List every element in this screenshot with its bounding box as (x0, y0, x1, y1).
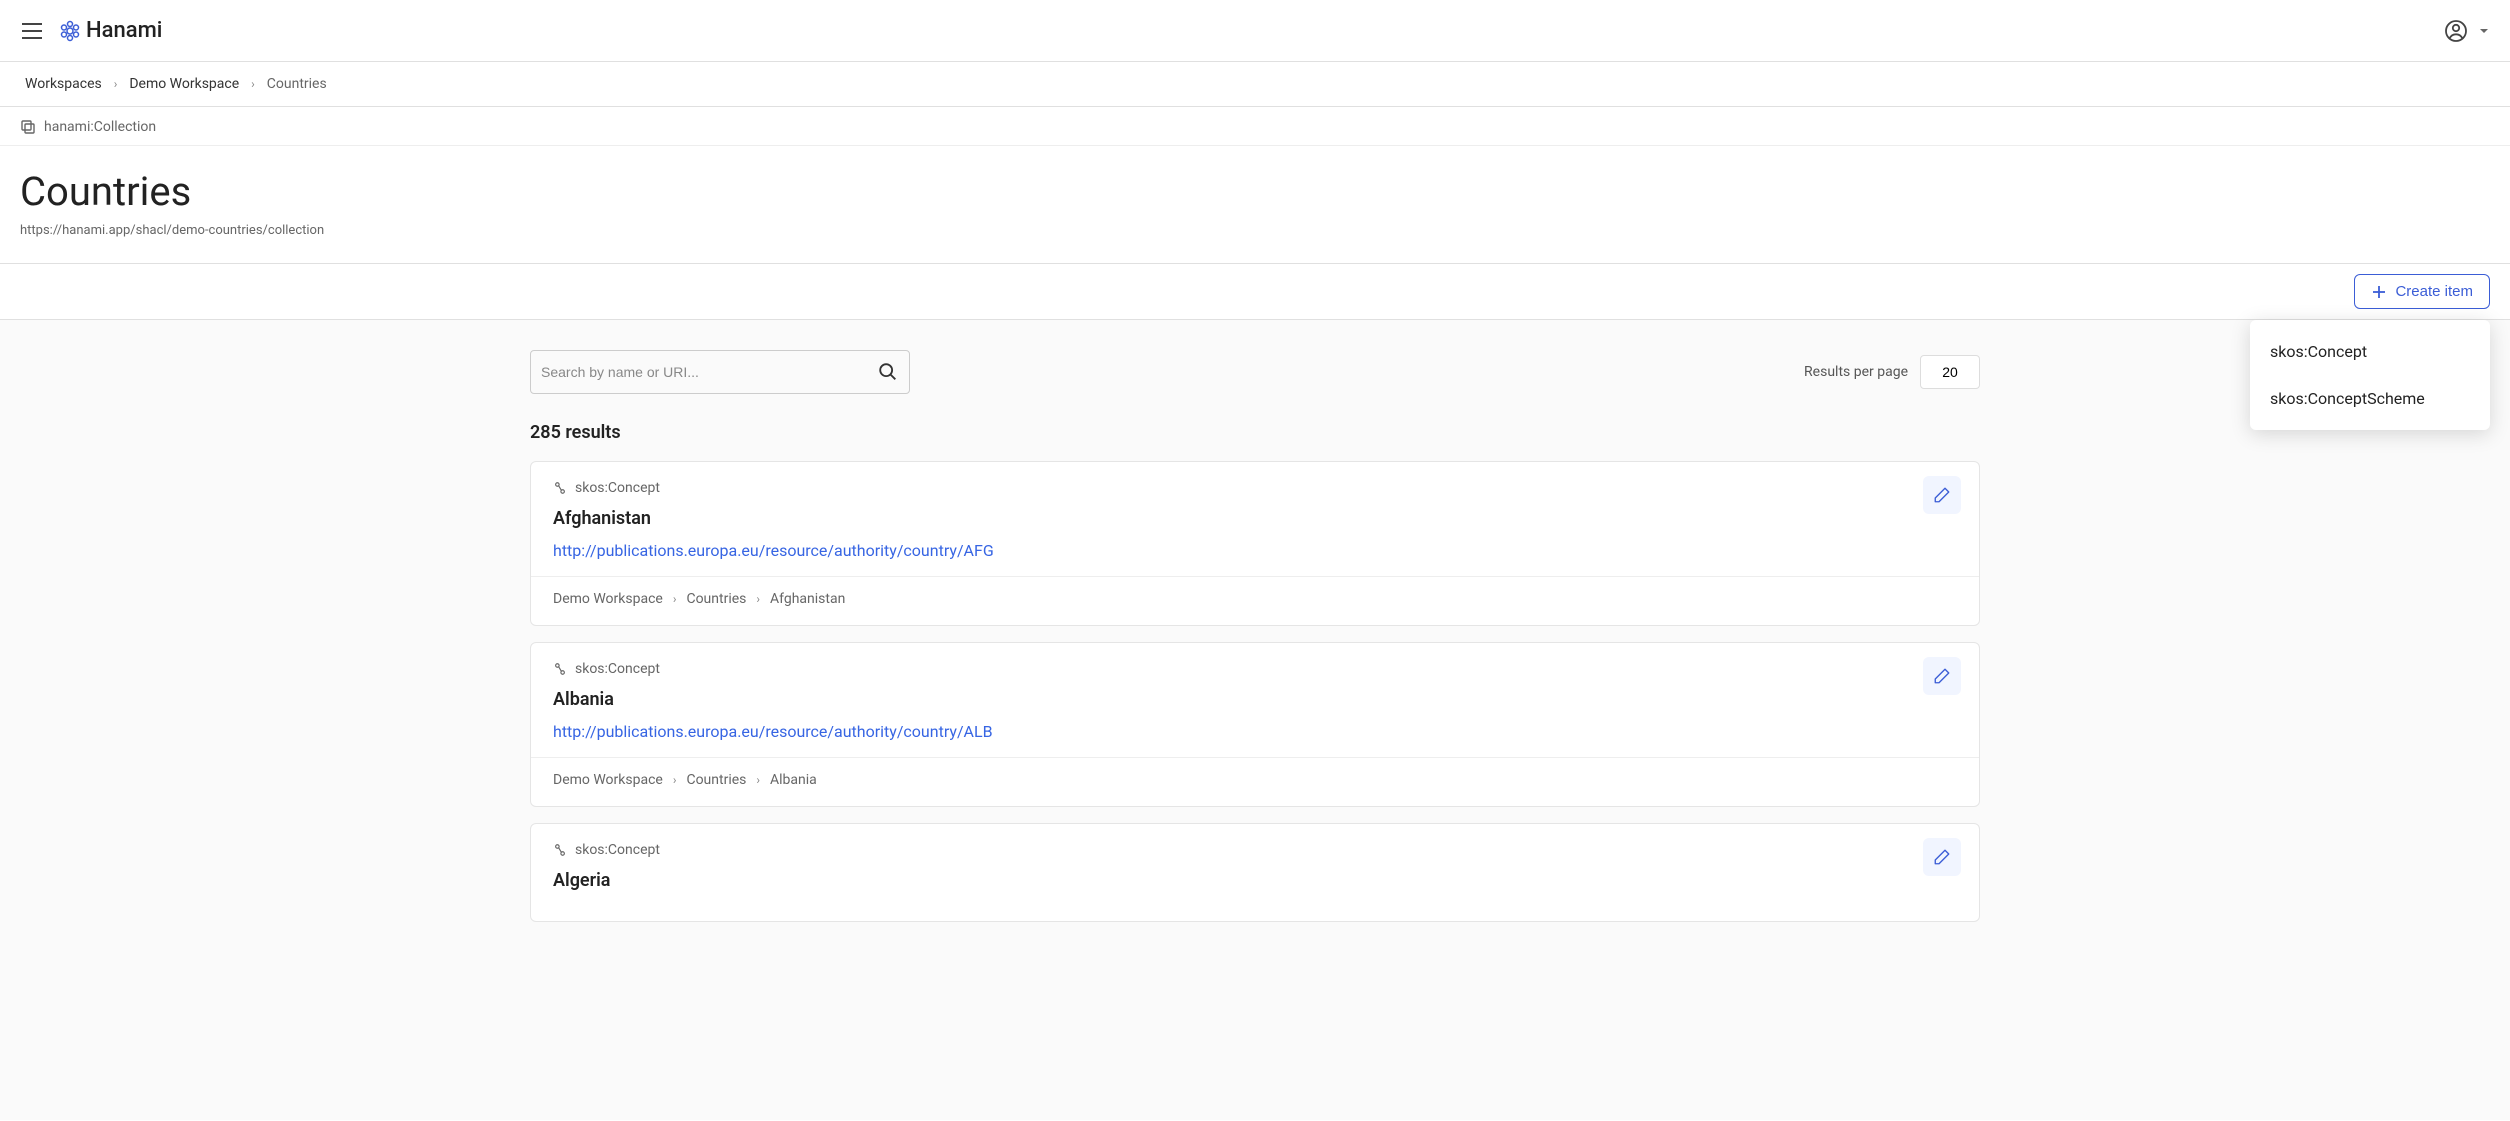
chevron-right-icon: › (251, 77, 255, 91)
card-type-label: skos:Concept (575, 661, 660, 677)
concept-icon (553, 481, 567, 495)
breadcrumb-item-workspaces[interactable]: Workspaces (25, 76, 102, 92)
topbar: Hanami (0, 0, 2510, 62)
topbar-left: Hanami (20, 18, 162, 43)
edit-button[interactable] (1923, 476, 1961, 514)
card-type: skos:Concept (553, 480, 1957, 496)
page-header: hanami:Collection Countries https://hana… (0, 107, 2510, 264)
account-menu[interactable] (2444, 19, 2490, 43)
card-type: skos:Concept (553, 842, 1957, 858)
search-box[interactable] (530, 350, 910, 394)
card-title: Albania (553, 689, 1957, 710)
create-item-button[interactable]: Create item (2354, 274, 2490, 309)
page-uri: https://hanami.app/shacl/demo-countries/… (20, 223, 2490, 238)
edit-button[interactable] (1923, 657, 1961, 695)
content-area: Results per page 285 results skos:Concep… (0, 320, 2510, 1120)
chevron-right-icon: › (673, 592, 677, 606)
collection-type: hanami:Collection (20, 119, 2490, 135)
brand-name: Hanami (86, 18, 162, 43)
page-title: Countries (20, 168, 2490, 215)
card-uri[interactable]: http://publications.europa.eu/resource/a… (553, 541, 1957, 560)
card-breadcrumb-item[interactable]: Countries (686, 591, 746, 607)
chevron-right-icon: › (756, 592, 760, 606)
brand[interactable]: Hanami (58, 18, 162, 43)
card-breadcrumb: Demo Workspace › Countries › Afghanistan (553, 591, 1957, 607)
card-breadcrumb-item[interactable]: Afghanistan (770, 591, 845, 607)
hanami-logo-icon (58, 19, 82, 43)
menu-button[interactable] (20, 19, 44, 43)
toolbar: Create item skos:Concept skos:ConceptSch… (0, 264, 2510, 320)
card-breadcrumb-item[interactable]: Albania (770, 772, 817, 788)
result-card[interactable]: skos:Concept Afghanistan http://publicatio… (530, 461, 1980, 626)
card-title: Algeria (553, 870, 1957, 891)
results-count: 285 results (530, 422, 1980, 443)
chevron-right-icon: › (114, 77, 118, 91)
result-card[interactable]: skos:Concept Albania http://publications.e… (530, 642, 1980, 807)
account-icon (2444, 19, 2468, 43)
pencil-icon (1933, 486, 1951, 504)
plus-icon (2371, 284, 2387, 300)
breadcrumb-item-workspace[interactable]: Demo Workspace (129, 76, 239, 92)
collection-icon (20, 119, 36, 135)
breadcrumb-item-current[interactable]: Countries (267, 76, 327, 92)
card-type: skos:Concept (553, 661, 1957, 677)
card-title: Afghanistan (553, 508, 1957, 529)
pager-label: Results per page (1804, 364, 1908, 380)
collection-type-label: hanami:Collection (44, 119, 156, 135)
dropdown-item-concept[interactable]: skos:Concept (2250, 328, 2490, 375)
pager: Results per page (1804, 355, 1980, 389)
chevron-right-icon: › (673, 773, 677, 787)
card-type-label: skos:Concept (575, 480, 660, 496)
card-type-label: skos:Concept (575, 842, 660, 858)
concept-icon (553, 843, 567, 857)
chevron-right-icon: › (756, 773, 760, 787)
pencil-icon (1933, 848, 1951, 866)
card-breadcrumb: Demo Workspace › Countries › Albania (553, 772, 1957, 788)
card-breadcrumb-item[interactable]: Demo Workspace (553, 772, 663, 788)
edit-button[interactable] (1923, 838, 1961, 876)
create-item-label: Create item (2395, 283, 2473, 300)
chevron-down-icon (2478, 25, 2490, 37)
concept-icon (553, 662, 567, 676)
search-input[interactable] (541, 364, 877, 380)
card-uri[interactable]: http://publications.europa.eu/resource/a… (553, 722, 1957, 741)
pencil-icon (1933, 667, 1951, 685)
search-icon[interactable] (877, 361, 899, 383)
breadcrumb: Workspaces › Demo Workspace › Countries (0, 62, 2510, 107)
search-row: Results per page (530, 350, 1980, 394)
result-card[interactable]: skos:Concept Algeria (530, 823, 1980, 922)
card-breadcrumb-item[interactable]: Demo Workspace (553, 591, 663, 607)
pager-input[interactable] (1920, 355, 1980, 389)
create-item-dropdown: skos:Concept skos:ConceptScheme (2250, 320, 2490, 430)
card-breadcrumb-item[interactable]: Countries (686, 772, 746, 788)
dropdown-item-concept-scheme[interactable]: skos:ConceptScheme (2250, 375, 2490, 422)
